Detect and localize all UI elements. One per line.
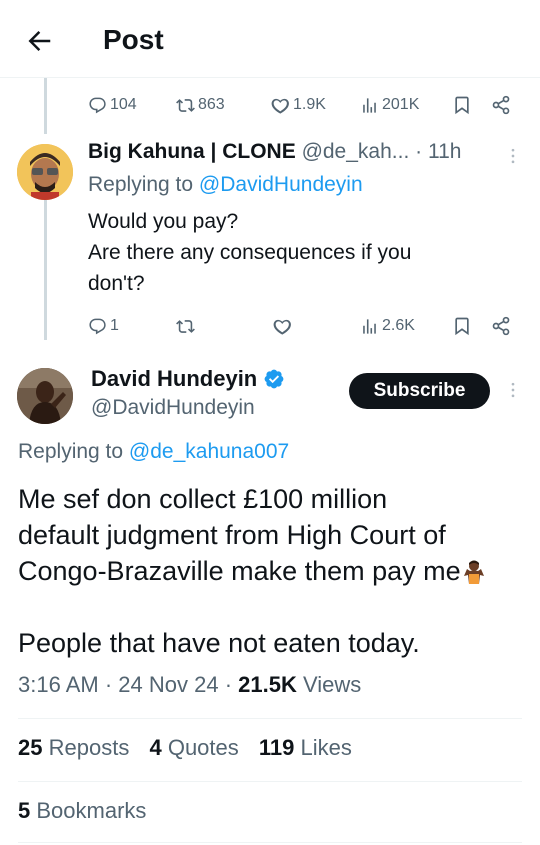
- share-icon: [492, 95, 510, 115]
- reply-button[interactable]: 1: [88, 317, 119, 336]
- repost-button[interactable]: [176, 317, 195, 336]
- reply-text: Would you pay? Are there any consequence…: [88, 206, 508, 299]
- reply-author-handle[interactable]: @de_kah...: [302, 140, 410, 163]
- reply-icon: [89, 318, 106, 334]
- reply-author-name[interactable]: Big Kahuna | CLONE: [88, 140, 296, 163]
- bookmarks-row: 5 Bookmarks: [18, 798, 160, 824]
- bookmark-button[interactable]: [452, 95, 472, 115]
- avatar-image: [17, 144, 73, 200]
- post-text-line-content: Congo-Brazaville make them pay me: [18, 556, 461, 586]
- views-count: 2.6K: [382, 317, 415, 334]
- reply-text-line: don't?: [88, 272, 145, 295]
- like-button[interactable]: 1.9K: [271, 96, 326, 115]
- post-meta: 3:16 AM · 24 Nov 24 · 21.5K Views: [18, 672, 361, 698]
- main-author-name[interactable]: David Hundeyin: [91, 366, 285, 392]
- repost-button[interactable]: 863: [176, 96, 225, 115]
- like-icon: [273, 319, 291, 335]
- top-bar: Post: [0, 0, 540, 78]
- page-title: Post: [103, 24, 164, 55]
- reposts-stat[interactable]: 25 Reposts: [18, 735, 129, 760]
- more-icon[interactable]: [503, 146, 523, 166]
- reply-time[interactable]: 11h: [428, 140, 461, 163]
- avatar[interactable]: [17, 368, 73, 424]
- avatar[interactable]: [17, 144, 73, 200]
- thread-line: [44, 78, 47, 134]
- share-icon: [492, 316, 510, 336]
- reposts-count: 25: [18, 735, 43, 760]
- subscribe-button[interactable]: Subscribe: [349, 373, 490, 409]
- bookmark-icon: [455, 317, 469, 336]
- views-label: Views: [303, 672, 362, 697]
- replying-to-handle[interactable]: @DavidHundeyin: [199, 173, 363, 196]
- replying-to-line: Replying to @DavidHundeyin: [88, 173, 363, 197]
- post-date[interactable]: 24 Nov 24: [118, 672, 218, 697]
- views-icon: [363, 97, 376, 113]
- separator-dot: ·: [415, 140, 423, 163]
- reply-button[interactable]: 104: [88, 96, 137, 115]
- post-text-line: Congo-Brazaville make them pay me: [18, 553, 528, 589]
- views-button[interactable]: 2.6K: [360, 317, 415, 336]
- quotes-label: Quotes: [167, 735, 239, 760]
- repost-count: 863: [198, 96, 225, 113]
- bookmark-button[interactable]: [452, 316, 472, 336]
- views-count: 21.5K: [238, 672, 297, 697]
- views-icon: [363, 318, 376, 334]
- likes-count: 119: [258, 735, 295, 760]
- like-button[interactable]: [273, 317, 292, 336]
- divider: [18, 842, 522, 843]
- replying-to-label: Replying to: [18, 440, 124, 463]
- quotes-stat[interactable]: 4 Quotes: [149, 735, 238, 760]
- post-time[interactable]: 3:16 AM: [18, 672, 99, 697]
- repost-icon: [176, 319, 195, 333]
- like-count: 1.9K: [293, 96, 326, 113]
- post-text-line: People that have not eaten today.: [18, 628, 420, 658]
- views-button[interactable]: 201K: [360, 96, 419, 115]
- likes-stat[interactable]: 119 Likes: [259, 735, 352, 760]
- share-button[interactable]: [491, 316, 511, 336]
- reposts-label: Reposts: [48, 735, 130, 760]
- avatar-image: [17, 368, 73, 424]
- reply-text-line: Are there any consequences if you: [88, 241, 412, 264]
- reply-action-bar: 1 2.6K: [88, 311, 520, 341]
- separator-dot: ·: [224, 672, 233, 697]
- post-text-line: default judgment from High Court of: [18, 520, 446, 550]
- bookmarks-count: 5: [18, 798, 31, 823]
- replying-to-line: Replying to @de_kahuna007: [18, 440, 289, 464]
- post-text-line: Me sef don collect £100 million: [18, 484, 388, 514]
- reply-icon: [89, 97, 106, 113]
- repost-icon: [176, 98, 195, 112]
- views-count: 201K: [382, 96, 420, 113]
- divider: [18, 781, 522, 782]
- verified-icon: [264, 369, 284, 389]
- likes-label: Likes: [300, 735, 352, 760]
- replying-to-label: Replying to: [88, 173, 194, 196]
- reply-count: 104: [110, 96, 137, 113]
- post-text: Me sef don collect £100 million default …: [18, 481, 528, 661]
- shrug-emoji-icon: [463, 560, 484, 584]
- bookmarks-label: Bookmarks: [36, 798, 147, 823]
- more-icon[interactable]: [503, 380, 523, 400]
- back-arrow-icon[interactable]: [24, 26, 54, 56]
- bookmark-icon: [455, 96, 469, 115]
- reply-header: Big Kahuna | CLONE @de_kah... · 11h: [88, 140, 461, 164]
- thread-line: [44, 200, 47, 340]
- parent-action-bar: 104 863 1.9K 201K: [88, 90, 520, 120]
- bookmarks-stat[interactable]: 5 Bookmarks: [18, 798, 146, 823]
- share-button[interactable]: [491, 95, 511, 115]
- main-author-handle[interactable]: @DavidHundeyin: [91, 396, 255, 420]
- engagement-stats: 25 Reposts 4 Quotes 119 Likes: [18, 735, 366, 761]
- reply-text-line: Would you pay?: [88, 210, 239, 233]
- like-icon: [271, 98, 289, 114]
- divider: [18, 718, 522, 719]
- author-name-text: David Hundeyin: [91, 366, 258, 391]
- separator-dot: ·: [104, 672, 113, 697]
- quotes-count: 4: [149, 735, 162, 760]
- reply-count: 1: [110, 317, 119, 334]
- replying-to-handle[interactable]: @de_kahuna007: [129, 440, 289, 463]
